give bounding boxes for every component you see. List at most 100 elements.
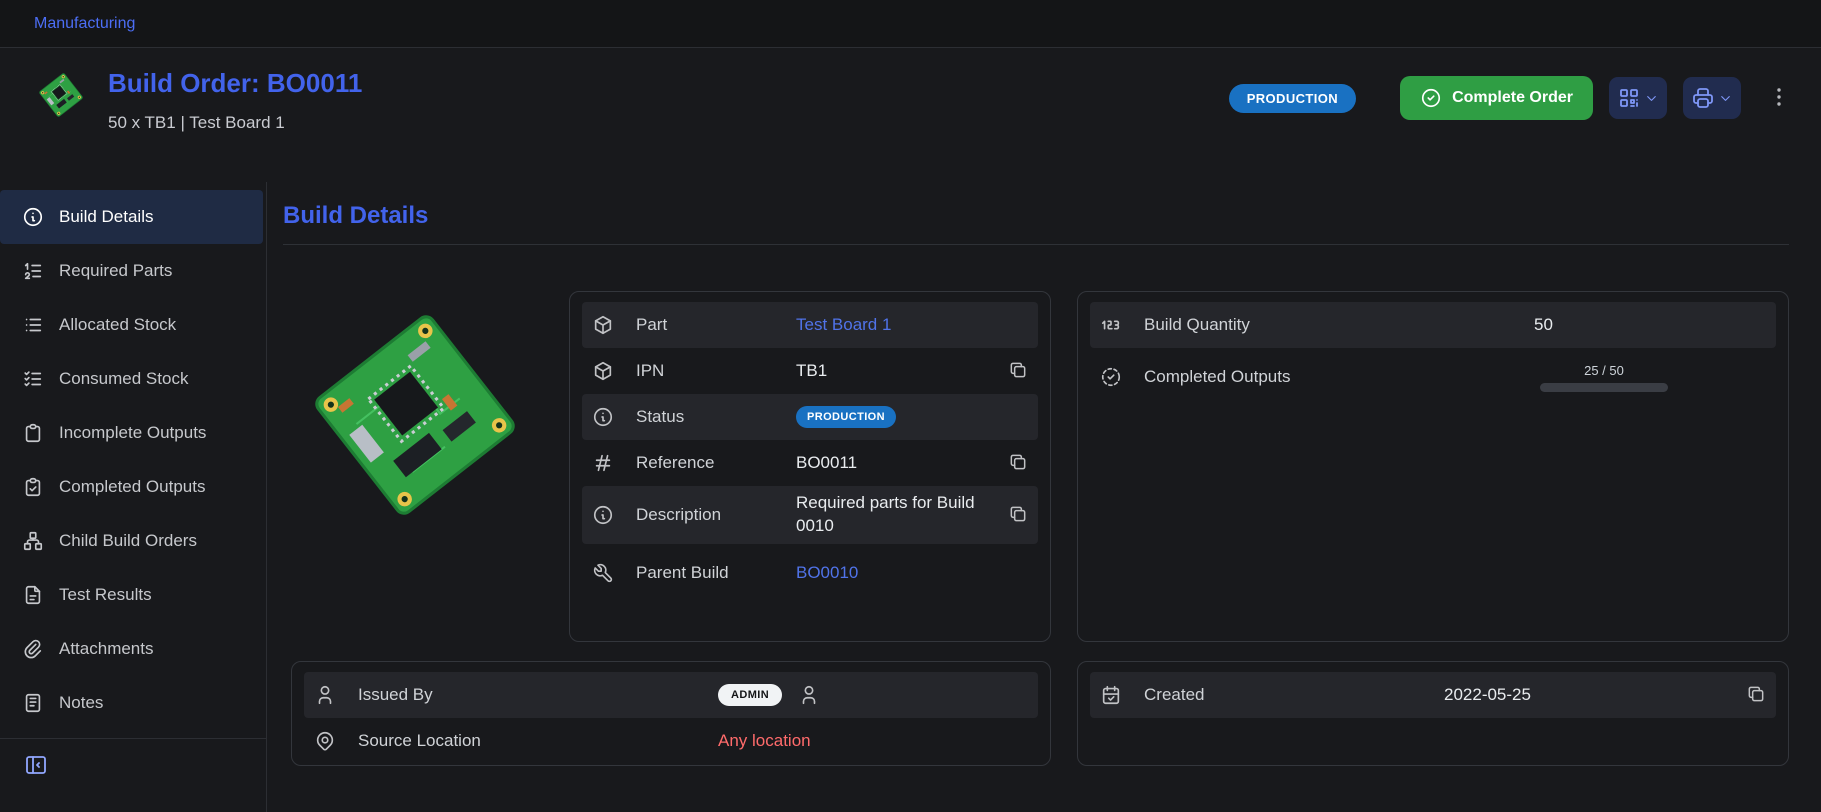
- complete-order-label: Complete Order: [1452, 89, 1573, 107]
- row-label: Part: [636, 314, 796, 336]
- row-label: Reference: [636, 452, 796, 474]
- row-label: Description: [636, 504, 796, 526]
- row-label: Issued By: [358, 684, 718, 706]
- chevron-down-icon: [1718, 91, 1733, 106]
- calendar-icon: [1100, 684, 1144, 706]
- status-badge-mini: PRODUCTION: [796, 406, 896, 429]
- copy-icon: [1746, 684, 1766, 704]
- sidebar-item-consumed-stock[interactable]: Consumed Stock: [0, 352, 263, 406]
- user-icon: [314, 684, 358, 706]
- page-subtitle: 50 x TB1 | Test Board 1: [108, 113, 362, 133]
- issued-panel: Issued By ADMIN Source Location Any loca…: [291, 661, 1051, 766]
- row-label: Parent Build: [636, 562, 796, 584]
- sidebar: Build Details Required Parts Allocated S…: [0, 182, 267, 812]
- box-icon: [592, 314, 636, 336]
- sidebar-item-label: Incomplete Outputs: [59, 423, 206, 443]
- info-circle-icon: [592, 406, 636, 428]
- qrcode-icon: [1617, 86, 1641, 110]
- row-label: Source Location: [358, 730, 718, 752]
- sidebar-collapse-icon: [24, 753, 48, 777]
- more-actions-button[interactable]: [1767, 85, 1791, 112]
- info-circle-icon: [592, 504, 636, 526]
- info-circle-icon: [22, 206, 44, 228]
- user-icon: [798, 684, 820, 706]
- sidebar-item-label: Test Results: [59, 585, 152, 605]
- table-row-issued-by: Issued By ADMIN: [304, 672, 1038, 718]
- breadcrumb: Manufacturing: [0, 0, 1821, 48]
- report-icon: [22, 584, 44, 606]
- table-row-source-location: Source Location Any location: [304, 718, 1038, 764]
- copy-button[interactable]: [1008, 504, 1028, 527]
- source-location-value: Any location: [718, 730, 811, 753]
- description-value: Required parts for Build 0010: [796, 492, 1008, 538]
- part-link[interactable]: Test Board 1: [796, 314, 891, 337]
- main-content: Build Details Part Test Board 1 IPN TB1: [267, 182, 1821, 812]
- build-quantity-panel: Build Quantity 50 Completed Outputs 25 /…: [1077, 291, 1789, 642]
- build-quantity-value: 50: [1534, 314, 1553, 337]
- sidebar-item-attachments[interactable]: Attachments: [0, 622, 263, 676]
- build-details-panel: Part Test Board 1 IPN TB1 Status PRODUCT…: [569, 291, 1051, 642]
- row-label: Completed Outputs: [1144, 366, 1534, 388]
- copy-button[interactable]: [1008, 360, 1028, 383]
- sidebar-footer: [0, 738, 266, 796]
- sidebar-item-notes[interactable]: Notes: [0, 676, 263, 730]
- sidebar-item-test-results[interactable]: Test Results: [0, 568, 263, 622]
- clipboard-icon: [22, 422, 44, 444]
- map-pin-icon: [314, 730, 358, 752]
- table-row-completed-outputs: Completed Outputs 25 / 50: [1090, 348, 1776, 406]
- progress-label: 25 / 50: [1584, 362, 1624, 380]
- progress-check-icon: [1100, 366, 1144, 388]
- clipboard-check-icon: [22, 476, 44, 498]
- sidebar-item-required-parts[interactable]: Required Parts: [0, 244, 263, 298]
- copy-icon: [1008, 452, 1028, 472]
- sidebar-item-label: Attachments: [59, 639, 154, 659]
- barcode-actions-button[interactable]: [1609, 77, 1667, 119]
- build-order-page: Manufacturing Build Order: BO0011 50 x T…: [0, 0, 1821, 812]
- row-label: Created: [1144, 684, 1444, 706]
- sidebar-item-build-details[interactable]: Build Details: [0, 190, 263, 244]
- chevron-down-icon: [1644, 91, 1659, 106]
- dots-vertical-icon: [1767, 85, 1791, 109]
- breadcrumb-link-manufacturing[interactable]: Manufacturing: [34, 15, 135, 33]
- sitemap-icon: [22, 530, 44, 552]
- sidebar-item-label: Build Details: [59, 207, 154, 227]
- sidebar-item-allocated-stock[interactable]: Allocated Stock: [0, 298, 263, 352]
- copy-button[interactable]: [1746, 684, 1766, 707]
- sidebar-item-label: Consumed Stock: [59, 369, 188, 389]
- row-label: Status: [636, 406, 796, 428]
- sidebar-item-child-build-orders[interactable]: Child Build Orders: [0, 514, 263, 568]
- heading-divider: [283, 244, 1789, 245]
- box-icon: [592, 360, 636, 382]
- list-check-icon: [22, 368, 44, 390]
- circle-check-icon: [1420, 87, 1442, 109]
- complete-order-button[interactable]: Complete Order: [1400, 76, 1593, 120]
- part-image: [291, 291, 539, 539]
- part-thumbnail-image: [34, 68, 88, 122]
- print-actions-button[interactable]: [1683, 77, 1741, 119]
- ipn-value: TB1: [796, 360, 827, 383]
- reference-value: BO0011: [796, 452, 857, 475]
- copy-icon: [1008, 504, 1028, 524]
- row-label: Build Quantity: [1144, 314, 1534, 336]
- numbers-123-icon: [1100, 314, 1144, 336]
- sidebar-item-label: Completed Outputs: [59, 477, 205, 497]
- parent-build-link[interactable]: BO0010: [796, 562, 858, 585]
- status-badge: PRODUCTION: [1229, 84, 1356, 113]
- section-heading: Build Details: [283, 202, 1789, 230]
- table-row-status: Status PRODUCTION: [582, 394, 1038, 440]
- notes-icon: [22, 692, 44, 714]
- list-icon: [22, 314, 44, 336]
- page-title: Build Order: BO0011: [108, 68, 362, 99]
- page-header: Build Order: BO0011 50 x TB1 | Test Boar…: [0, 48, 1821, 182]
- sidebar-item-label: Child Build Orders: [59, 531, 197, 551]
- paperclip-icon: [22, 638, 44, 660]
- table-row-ipn: IPN TB1: [582, 348, 1038, 394]
- copy-button[interactable]: [1008, 452, 1028, 475]
- list-numbers-icon: [22, 260, 44, 282]
- sidebar-item-incomplete-outputs[interactable]: Incomplete Outputs: [0, 406, 263, 460]
- sidebar-collapse-button[interactable]: [24, 753, 48, 780]
- table-row-parent-build: Parent Build BO0010: [582, 544, 1038, 602]
- table-row-part: Part Test Board 1: [582, 302, 1038, 348]
- sidebar-item-label: Required Parts: [59, 261, 172, 281]
- sidebar-item-completed-outputs[interactable]: Completed Outputs: [0, 460, 263, 514]
